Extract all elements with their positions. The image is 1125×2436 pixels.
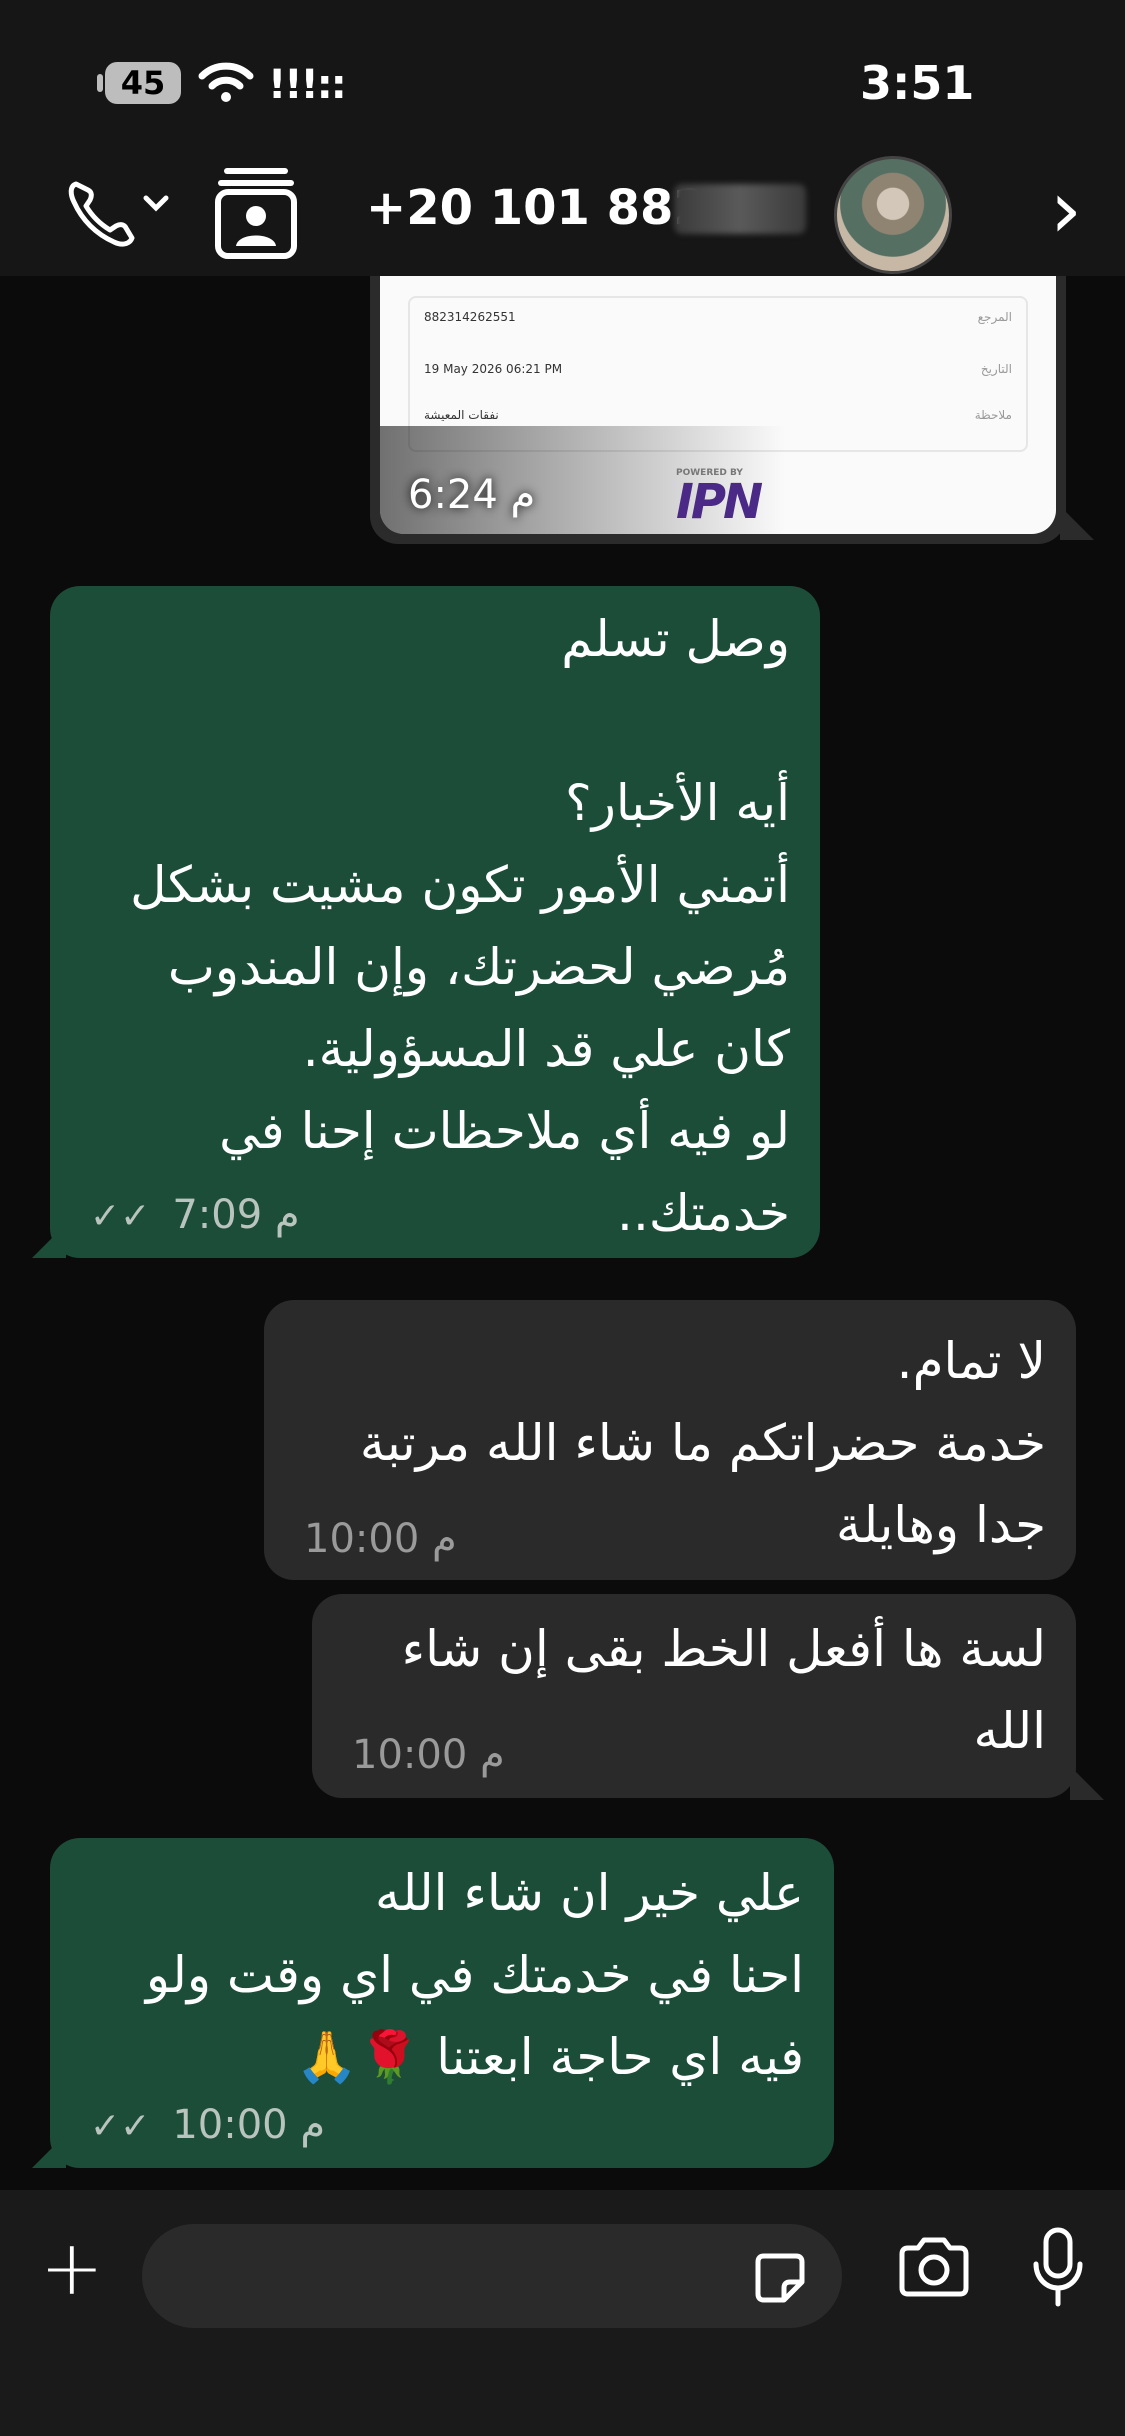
chat-header: +20 101 882 ›	[0, 150, 1125, 276]
battery-level: 45	[105, 62, 181, 104]
redacted-digits	[674, 184, 806, 234]
contact-avatar[interactable]	[834, 156, 952, 274]
ipn-logo-text: IPN	[676, 474, 763, 530]
contact-card-button[interactable]	[214, 162, 298, 266]
received-message[interactable]: لا تمام. خدمة حضراتكم ما شاء الله مرتبة …	[264, 1300, 1076, 1580]
message-meta: ✓✓ 10:00 م	[90, 2102, 325, 2148]
microphone-icon[interactable]	[1030, 2226, 1086, 2310]
composer-bar: +	[0, 2190, 1125, 2436]
bubble-tail	[1060, 506, 1094, 540]
message-time: 10:00 م	[304, 1516, 457, 1562]
camera-icon[interactable]	[896, 2236, 972, 2298]
message-time: 10:00 م	[172, 2102, 326, 2148]
receipt-value: 19 May 2026 06:21 PM	[424, 362, 563, 376]
image-message[interactable]: 882314262551 المرجع 19 May 2026 06:21 PM…	[370, 276, 1066, 544]
receipt-image[interactable]: 882314262551 المرجع 19 May 2026 06:21 PM…	[380, 276, 1056, 534]
status-time: 3:51	[860, 56, 975, 110]
message-text: وصل تسلم أيه الأخبار؟ أتمني الأمور تكون …	[130, 610, 790, 1242]
message-input[interactable]	[142, 2224, 842, 2328]
sticker-icon[interactable]	[750, 2248, 810, 2308]
wifi-icon	[198, 62, 254, 102]
phone-icon	[68, 181, 169, 247]
bubble-tail	[32, 2134, 66, 2168]
message-meta: ✓✓ 7:09 م	[90, 1192, 300, 1238]
read-ticks-icon: ✓✓	[90, 1196, 168, 1237]
message-time: 6:24 م	[408, 472, 536, 518]
message-text: علي خير ان شاء الله احنا في خدمتك في اي …	[145, 1864, 804, 2086]
chevron-right-icon[interactable]: ›	[1050, 170, 1082, 250]
ipn-logo: POWERED BY IPN	[676, 468, 764, 530]
status-bar: 45 !!!:: 3:51	[0, 0, 1125, 150]
battery-tip	[97, 74, 103, 92]
message-time: 10:00 م	[352, 1732, 505, 1778]
read-ticks-icon: ✓✓	[90, 2106, 168, 2147]
message-time: 7:09 م	[172, 1192, 300, 1238]
receipt-row: 19 May 2026 06:21 PM التاريخ	[410, 350, 1026, 394]
received-message[interactable]: لسة ها أفعل الخط بقى إن شاء الله 10:00 م	[312, 1594, 1076, 1798]
cellular-signal: !!!::	[268, 62, 347, 108]
receipt-key: المرجع	[977, 310, 1012, 324]
contact-number[interactable]: +20 101 882	[366, 180, 707, 236]
call-button[interactable]	[66, 172, 176, 256]
receipt-key: ملاحظة	[974, 408, 1012, 422]
sent-message[interactable]: علي خير ان شاء الله احنا في خدمتك في اي …	[50, 1838, 834, 2168]
receipt-value: 882314262551	[424, 310, 516, 324]
plus-icon[interactable]: +	[40, 2230, 104, 2306]
receipt-value: نفقات المعيشة	[424, 408, 499, 422]
receipt-row: 882314262551 المرجع	[410, 298, 1026, 342]
contact-card-icon	[215, 168, 297, 259]
bubble-tail	[1070, 1766, 1104, 1800]
receipt-key: التاريخ	[980, 362, 1012, 376]
message-text: لا تمام. خدمة حضراتكم ما شاء الله مرتبة …	[359, 1332, 1046, 1554]
sent-message[interactable]: وصل تسلم أيه الأخبار؟ أتمني الأمور تكون …	[50, 586, 820, 1258]
